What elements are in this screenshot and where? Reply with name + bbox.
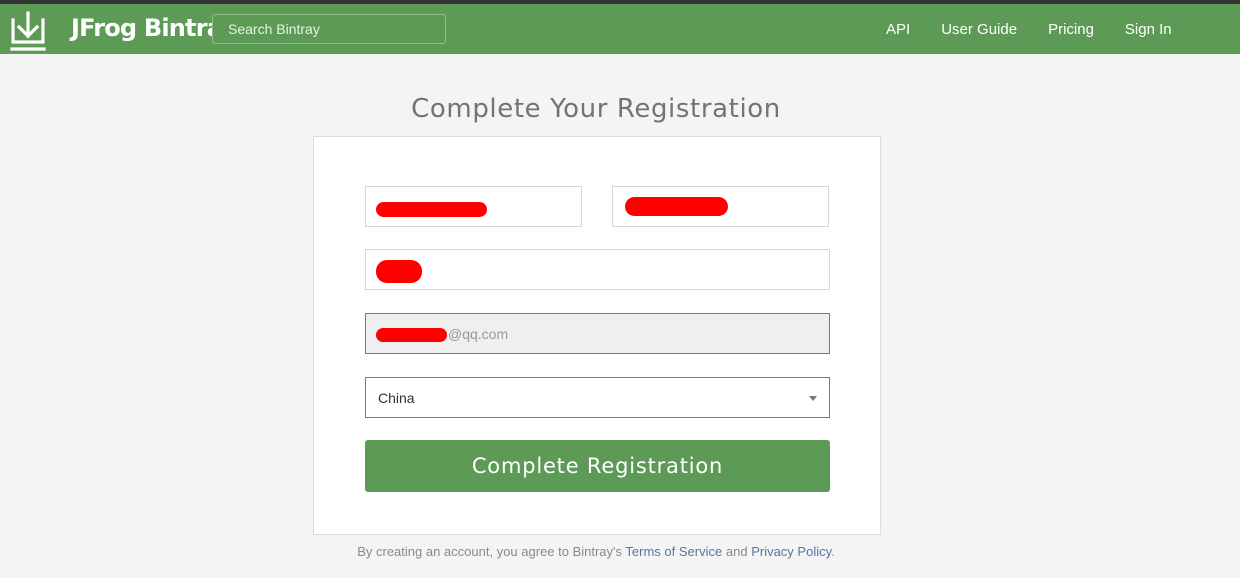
terms-suffix: . (831, 544, 835, 559)
redacted-value (376, 328, 447, 342)
first-name-field[interactable] (365, 186, 582, 227)
privacy-policy-link[interactable]: Privacy Policy (751, 544, 831, 559)
download-arrow-icon[interactable] (10, 8, 46, 52)
last-name-field[interactable] (612, 186, 829, 227)
page-title: Complete Your Registration (411, 94, 781, 124)
nav-link-user-guide[interactable]: User Guide (941, 21, 1017, 38)
nav-link-pricing[interactable]: Pricing (1048, 21, 1094, 38)
nav-link-api[interactable]: API (886, 21, 910, 38)
main-nav: API User Guide Pricing Sign In (886, 4, 1203, 54)
redacted-value (625, 197, 728, 216)
complete-registration-button[interactable]: Complete Registration (365, 440, 830, 492)
registration-form-card: @qq.com China Complete Registration (313, 136, 881, 535)
email-domain-text: @qq.com (448, 325, 509, 342)
terms-conjunction: and (725, 544, 748, 559)
terms-notice: By creating an account, you agree to Bin… (0, 544, 1192, 559)
country-select[interactable]: China (365, 377, 830, 418)
country-value: China (378, 389, 415, 406)
username-field[interactable] (365, 249, 830, 290)
terms-prefix: By creating an account, you agree to Bin… (357, 544, 623, 559)
redacted-value (376, 202, 487, 217)
email-field[interactable]: @qq.com (365, 313, 830, 354)
chevron-down-icon (809, 396, 817, 401)
nav-link-sign-in[interactable]: Sign In (1125, 21, 1172, 38)
redacted-value (376, 260, 422, 283)
top-nav-bar: JFrog Bintray API User Guide Pricing Sig… (0, 4, 1240, 54)
search-input[interactable] (212, 14, 446, 44)
terms-of-service-link[interactable]: Terms of Service (625, 544, 722, 559)
